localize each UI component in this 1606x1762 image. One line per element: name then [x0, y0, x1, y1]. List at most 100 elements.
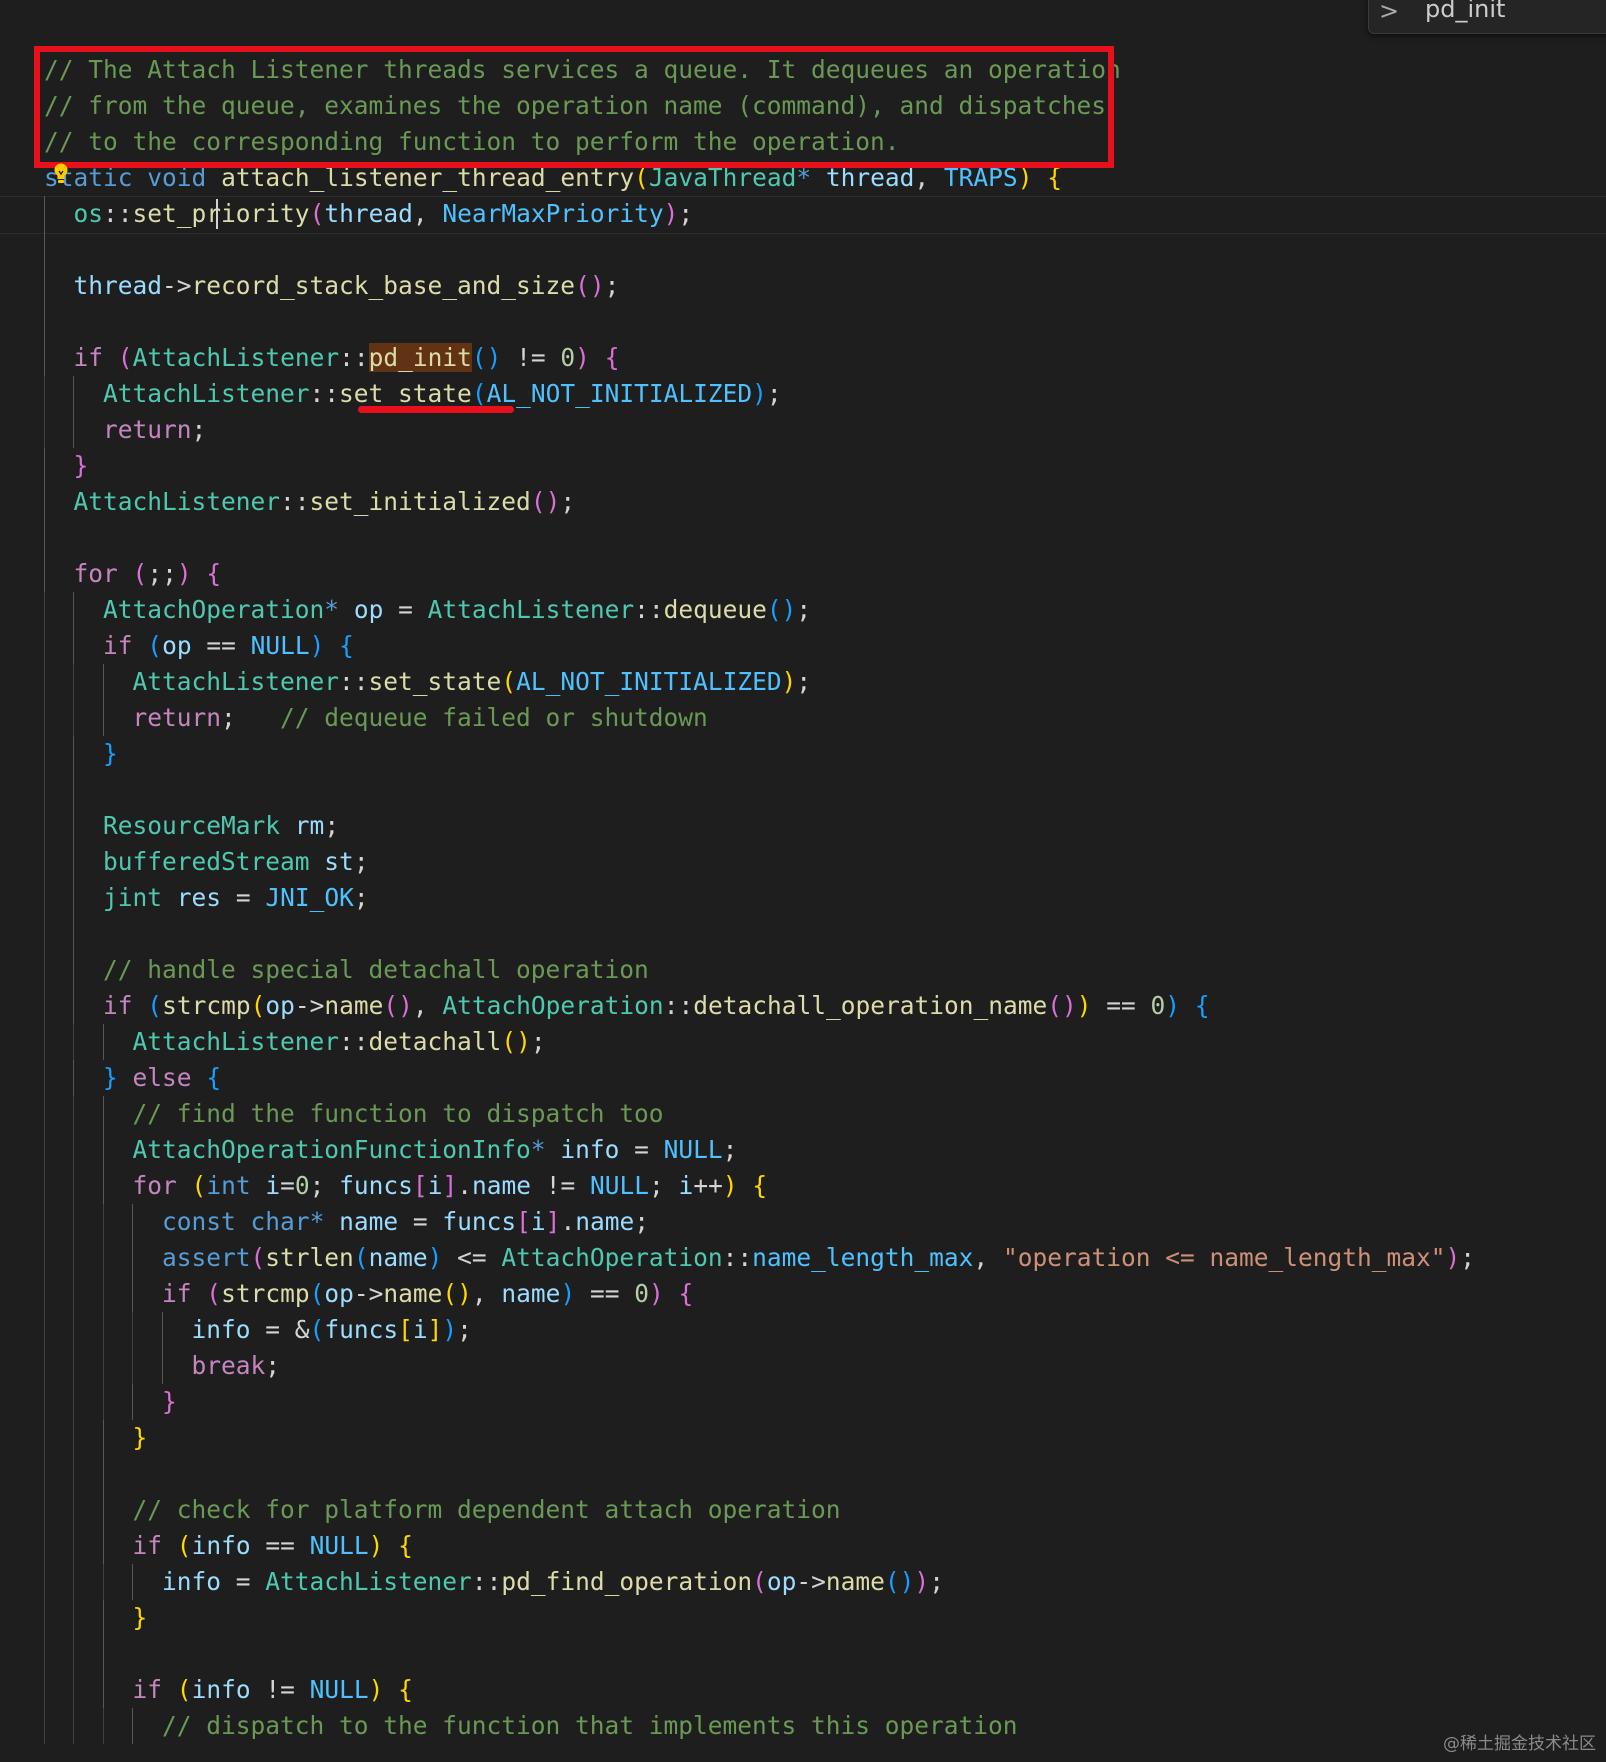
find-input[interactable]: pd_init	[1425, 0, 1505, 23]
code-line[interactable]: if (op == NULL) {	[44, 628, 354, 664]
code-token: )	[914, 1567, 930, 1596]
code-token: {	[206, 559, 222, 588]
code-line[interactable]: // check for platform dependent attach o…	[44, 1492, 841, 1528]
search-match-highlight: pd_init	[368, 343, 472, 372]
code-token: res	[176, 883, 222, 912]
code-editor[interactable]: // The Attach Listener threads services …	[0, 0, 1606, 1762]
code-token: st	[324, 847, 354, 876]
code-line[interactable]: return;	[44, 412, 206, 448]
code-token: ;	[309, 1171, 340, 1200]
code-token: AttachListener	[427, 595, 635, 624]
code-token: )	[368, 1531, 384, 1560]
code-token: ,	[471, 1279, 502, 1308]
code-line[interactable]: return; // dequeue failed or shutdown	[44, 700, 708, 736]
code-token: ==	[575, 1279, 635, 1308]
code-line[interactable]: // handle special detachall operation	[44, 952, 649, 988]
code-line[interactable]: jint res = JNI_OK;	[44, 880, 369, 916]
code-token: os	[73, 199, 104, 228]
code-token: 0	[1150, 991, 1166, 1020]
code-line[interactable]: AttachListener::set_initialized();	[44, 484, 576, 520]
code-line[interactable]: AttachOperation* op = AttachListener::de…	[44, 592, 811, 628]
code-token: const	[162, 1207, 236, 1236]
code-token: [	[516, 1207, 531, 1236]
code-line[interactable]: for (;;) {	[44, 556, 222, 592]
code-line[interactable]: info = &(funcs[i]);	[44, 1312, 472, 1348]
code-token: name	[339, 1207, 399, 1236]
code-token: // handle special detachall operation	[103, 955, 649, 984]
code-line[interactable]: for (int i=0; funcs[i].name != NULL; i++…	[44, 1168, 768, 1204]
code-token: op	[265, 991, 295, 1020]
code-line[interactable]: AttachListener::detachall();	[44, 1024, 546, 1060]
code-token: ,	[412, 199, 443, 228]
find-widget[interactable]: > pd_init	[1368, 0, 1606, 34]
code-token: {	[206, 1063, 222, 1092]
code-token: )	[575, 343, 590, 372]
code-line[interactable]: thread->record_stack_base_and_size();	[44, 268, 620, 304]
code-token: i	[427, 1171, 443, 1200]
code-line[interactable]: bufferedStream st;	[44, 844, 369, 880]
code-token: ;	[560, 487, 576, 516]
code-token: record_stack_base_and_size	[191, 271, 576, 300]
code-line[interactable]: AttachOperationFunctionInfo* info = NULL…	[44, 1132, 738, 1168]
code-line[interactable]: info = AttachListener::pd_find_operation…	[44, 1564, 944, 1600]
code-token: AttachListener	[265, 1567, 472, 1596]
code-token: ()	[501, 1027, 531, 1056]
code-line[interactable]: // dispatch to the function that impleme…	[44, 1708, 1018, 1744]
code-line[interactable]: ResourceMark rm;	[44, 808, 339, 844]
code-token: if	[132, 1675, 163, 1704]
code-line[interactable]: AttachListener::set_state(AL_NOT_INITIAL…	[44, 664, 812, 700]
code-line[interactable]: }	[44, 1600, 148, 1636]
code-token: i	[265, 1171, 281, 1200]
lightbulb-icon[interactable]	[52, 162, 70, 186]
chevron-right-icon[interactable]: >	[1379, 0, 1399, 25]
code-line[interactable]: }	[44, 736, 118, 772]
code-line[interactable]: assert(strlen(name) <= AttachOperation::…	[44, 1240, 1475, 1276]
code-line[interactable]: if (AttachListener::pd_init() != 0) {	[44, 340, 619, 376]
indent-guide	[73, 772, 75, 808]
code-token: !=	[531, 1171, 591, 1200]
code-line[interactable]: break;	[44, 1348, 281, 1384]
code-token: )	[1076, 991, 1092, 1020]
code-token: NearMaxPriority	[442, 199, 664, 228]
code-token: else	[132, 1063, 192, 1092]
code-line[interactable]: if (info != NULL) {	[44, 1672, 413, 1708]
code-token: ;	[191, 415, 207, 444]
red-annotation-underline	[358, 406, 514, 413]
code-token: ==	[1091, 991, 1151, 1020]
code-line[interactable]: }	[44, 1420, 148, 1456]
code-line[interactable]: const char* name = funcs[i].name;	[44, 1204, 649, 1240]
code-token: 0	[634, 1279, 649, 1308]
code-token: AttachOperation	[103, 595, 325, 624]
code-token: )	[442, 1315, 458, 1344]
code-line[interactable]: os::set_priority(thread, NearMaxPriority…	[44, 196, 694, 232]
code-token: // dequeue failed or shutdown	[280, 703, 708, 732]
code-line[interactable]: }	[44, 448, 89, 484]
code-token: ,	[412, 991, 443, 1020]
code-token: ;;	[147, 559, 177, 588]
code-line[interactable]: } else {	[44, 1060, 221, 1096]
code-line[interactable]: if (strcmp(op->name(), AttachOperation::…	[44, 988, 1210, 1024]
code-token: ++	[693, 1171, 723, 1200]
code-line[interactable]: // find the function to dispatch too	[44, 1096, 664, 1132]
code-token: char	[250, 1207, 310, 1236]
code-token: )	[427, 1243, 443, 1272]
code-token: {	[398, 1675, 413, 1704]
code-line[interactable]: if (info == NULL) {	[44, 1528, 413, 1564]
code-line[interactable]: }	[44, 1384, 177, 1420]
code-line[interactable]: if (strcmp(op->name(), name) == 0) {	[44, 1276, 693, 1312]
code-token: for	[132, 1171, 177, 1200]
